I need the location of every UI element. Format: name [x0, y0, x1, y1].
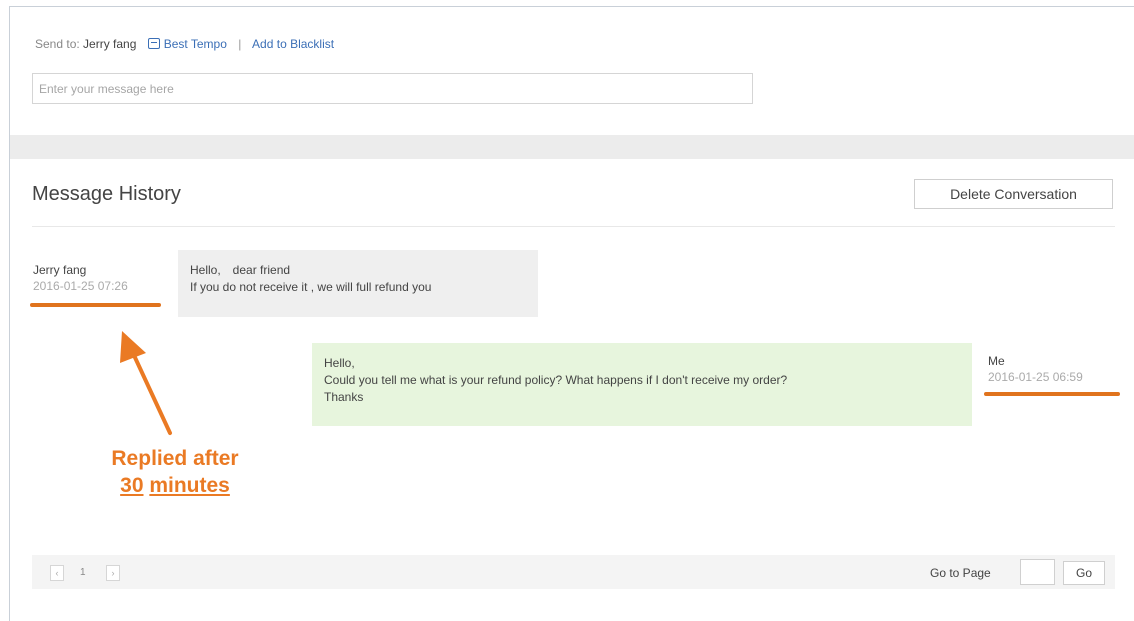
message-line: Thanks [324, 390, 364, 404]
annotation-unit: minutes [149, 474, 230, 497]
go-to-page-label: Go to Page [930, 566, 991, 580]
outgoing-sender-name: Me [988, 354, 1005, 368]
annotation-line-1: Replied after [111, 447, 239, 470]
message-line: Hello, dear friend [190, 263, 291, 277]
store-link[interactable]: Best Tempo [164, 37, 227, 51]
go-button[interactable]: Go [1063, 561, 1105, 585]
outgoing-timestamp-highlight [984, 392, 1120, 396]
chevron-right-icon[interactable]: › [106, 565, 120, 581]
outgoing-message-bubble: Hello, Could you tell me what is your re… [312, 343, 972, 426]
annotation-line-2: 30 minutes [80, 472, 270, 499]
reply-time-annotation: Replied after 30 minutes [80, 445, 270, 499]
message-line: If you do not receive it , we will full … [190, 280, 432, 294]
link-separator: | [238, 37, 242, 51]
incoming-message-bubble: Hello, dear friend If you do not receive… [178, 250, 538, 317]
send-to-line: Send to: Jerry fang Best Tempo | Add to … [35, 37, 334, 51]
recipient-name: Jerry fang [83, 37, 137, 51]
outgoing-timestamp: 2016-01-25 06:59 [988, 370, 1083, 384]
message-line: Could you tell me what is your refund po… [324, 373, 788, 387]
delete-conversation-button[interactable]: Delete Conversation [914, 179, 1113, 209]
compose-section: Send to: Jerry fang Best Tempo | Add to … [10, 7, 1134, 135]
add-to-blacklist-link[interactable]: Add to Blacklist [252, 37, 334, 51]
message-history-title: Message History [32, 183, 181, 205]
message-panel: Send to: Jerry fang Best Tempo | Add to … [9, 6, 1134, 621]
incoming-sender-info: Jerry fang 2016-01-25 07:26 [33, 262, 128, 294]
store-icon [147, 38, 160, 49]
current-page-number[interactable]: 1 [80, 565, 86, 581]
send-to-label: Send to: [35, 37, 80, 51]
header-divider [32, 226, 1115, 227]
page-number-input[interactable] [1020, 559, 1055, 585]
annotation-number: 30 [120, 474, 144, 497]
pagination-bar: ‹ 1 › Go to Page Go [32, 555, 1115, 589]
outgoing-sender-info: Me 2016-01-25 06:59 [988, 353, 1083, 385]
annotation-arrow-icon [120, 331, 172, 435]
incoming-timestamp: 2016-01-25 07:26 [33, 279, 128, 293]
incoming-sender-name: Jerry fang [33, 263, 87, 277]
incoming-timestamp-highlight [30, 303, 161, 307]
message-input[interactable] [32, 73, 753, 104]
chevron-left-icon[interactable]: ‹ [50, 565, 64, 581]
message-line: Hello, [324, 356, 355, 370]
section-divider-band [10, 135, 1134, 159]
